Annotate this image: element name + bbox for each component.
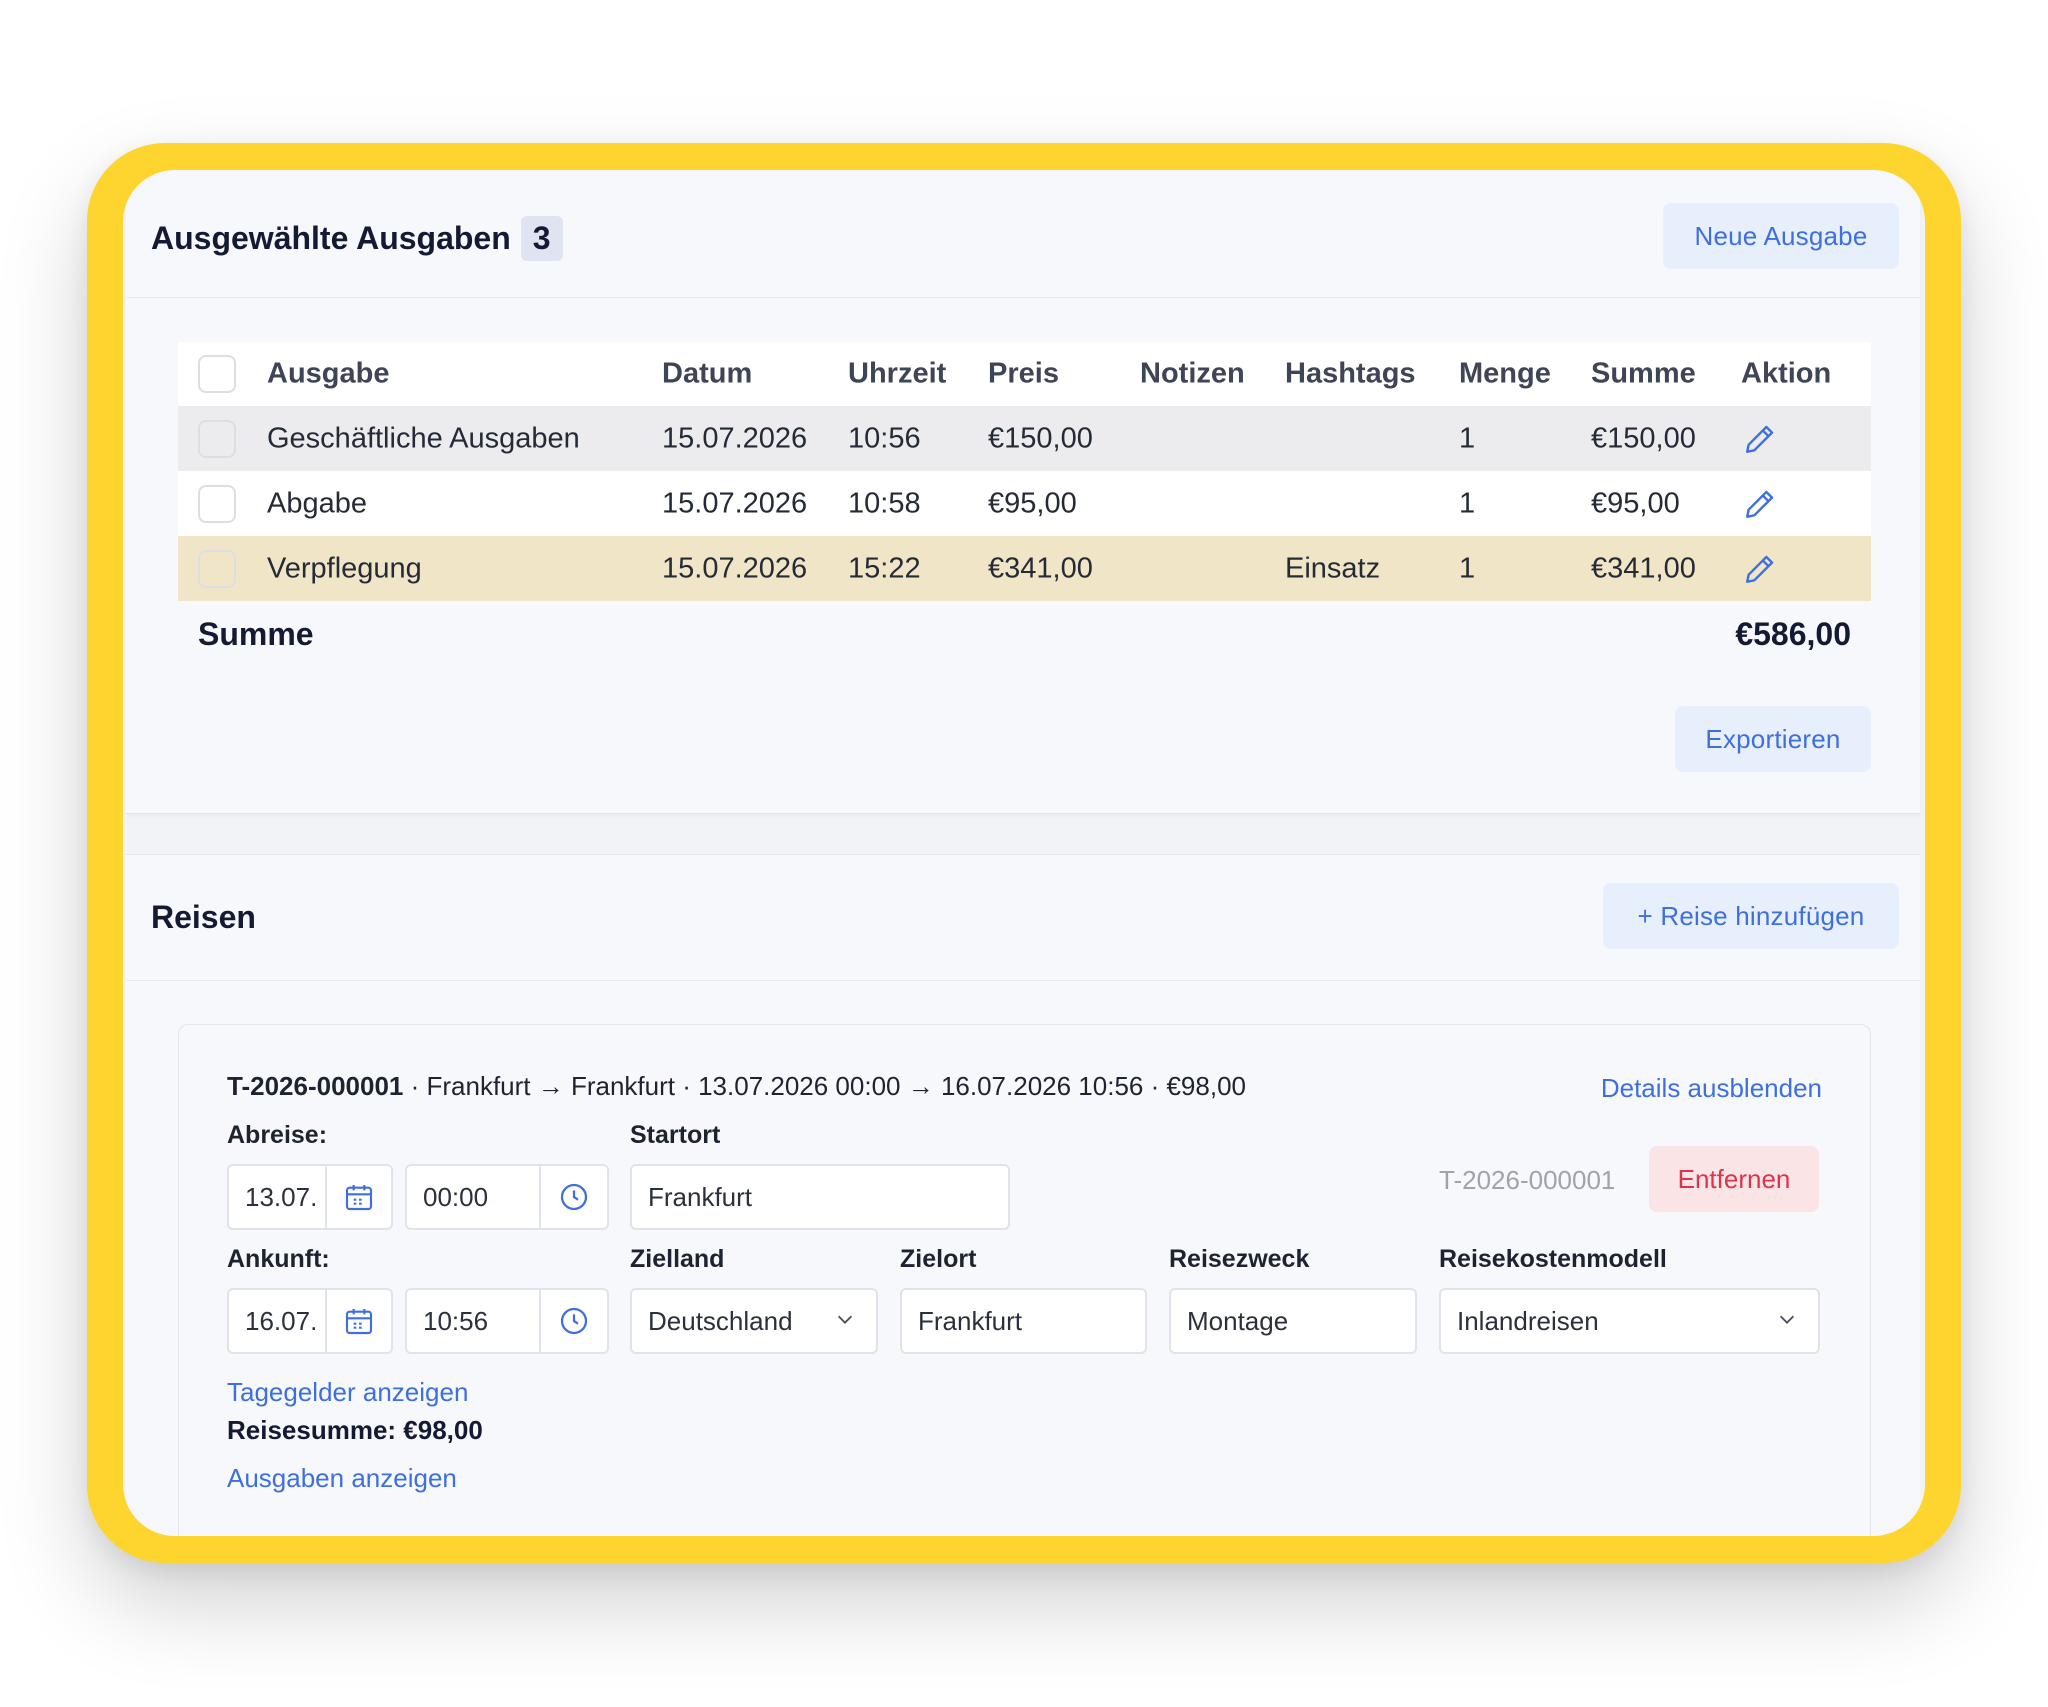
purpose-value: Montage bbox=[1187, 1305, 1289, 1336]
departure-date-field[interactable]: 13.07. bbox=[227, 1164, 393, 1230]
clock-icon[interactable] bbox=[541, 1305, 607, 1337]
cost-model-label: Reisekostenmodell bbox=[1439, 1245, 1667, 1273]
per-diem-link[interactable]: Tagegelder anzeigen bbox=[227, 1377, 468, 1408]
cell-uhrzeit: 10:58 bbox=[848, 487, 921, 519]
table-row[interactable]: Geschäftliche Ausgaben 15.07.2026 10:56 … bbox=[178, 406, 1871, 471]
export-button[interactable]: Exportieren bbox=[1675, 706, 1871, 772]
calendar-icon[interactable] bbox=[327, 1181, 391, 1213]
cell-datum: 15.07.2026 bbox=[662, 422, 808, 454]
column-header: Menge bbox=[1459, 357, 1551, 390]
cost-model-select[interactable]: Inlandreisen bbox=[1439, 1288, 1820, 1354]
cost-model-value: Inlandreisen bbox=[1457, 1305, 1599, 1336]
cell-hashtags: Einsatz bbox=[1285, 552, 1381, 584]
row-checkbox[interactable] bbox=[198, 484, 236, 523]
cell-uhrzeit: 15:22 bbox=[848, 552, 921, 584]
trip-summary-details: · Frankfurt → Frankfurt · 13.07.2026 00:… bbox=[403, 1071, 1246, 1101]
calendar-icon[interactable] bbox=[327, 1305, 391, 1337]
cell-ausgabe: Verpflegung bbox=[267, 552, 422, 584]
cell-ausgabe: Abgabe bbox=[267, 487, 367, 519]
table-row[interactable]: Verpflegung 15.07.2026 15:22 €341,00 Ein… bbox=[178, 536, 1871, 601]
card-header: Ausgewählte Ausgaben 3 Neue Ausgabe bbox=[126, 170, 1920, 298]
card-title: Ausgewählte Ausgaben 3 bbox=[151, 216, 563, 261]
column-header: Summe bbox=[1591, 357, 1696, 390]
table-row[interactable]: Abgabe 15.07.2026 10:58 €95,00 1 €95,00 bbox=[178, 471, 1871, 536]
departure-time-field[interactable]: 00:00 bbox=[405, 1164, 609, 1230]
pencil-icon[interactable] bbox=[1743, 552, 1777, 586]
row-checkbox[interactable] bbox=[198, 419, 236, 458]
arrival-label: Ankunft: bbox=[227, 1245, 330, 1273]
start-location-label: Startort bbox=[630, 1121, 721, 1149]
departure-date-value: 13.07. bbox=[229, 1166, 327, 1228]
cell-datum: 15.07.2026 bbox=[662, 552, 808, 584]
pencil-icon[interactable] bbox=[1743, 487, 1777, 521]
add-trip-button[interactable]: + Reise hinzufügen bbox=[1603, 883, 1899, 949]
destination-input[interactable]: Frankfurt bbox=[900, 1288, 1147, 1354]
card-title-text: Ausgewählte Ausgaben bbox=[151, 220, 511, 256]
destination-label: Zielort bbox=[900, 1245, 977, 1273]
column-header: Preis bbox=[988, 357, 1059, 390]
trip-summary: T-2026-000001 · Frankfurt → Frankfurt · … bbox=[227, 1071, 1246, 1102]
country-select[interactable]: Deutschland bbox=[630, 1288, 878, 1354]
cell-summe: €95,00 bbox=[1591, 487, 1680, 519]
cell-preis: €341,00 bbox=[988, 552, 1093, 584]
country-label: Zielland bbox=[630, 1245, 725, 1273]
purpose-label: Reisezweck bbox=[1169, 1245, 1310, 1273]
clock-icon[interactable] bbox=[541, 1181, 607, 1213]
column-header: Hashtags bbox=[1285, 357, 1416, 390]
trip-id: T-2026-000001 bbox=[227, 1071, 404, 1101]
trips-card: Reisen + Reise hinzufügen T-2026-000001 … bbox=[126, 854, 1920, 1536]
start-location-input[interactable]: Frankfurt bbox=[630, 1164, 1010, 1230]
remove-trip-button[interactable]: Entfernen bbox=[1649, 1146, 1819, 1212]
cell-summe: €150,00 bbox=[1591, 422, 1696, 454]
row-checkbox[interactable] bbox=[198, 549, 236, 588]
trip-id-muted: T-2026-000001 bbox=[1439, 1165, 1616, 1195]
country-value: Deutschland bbox=[648, 1305, 793, 1336]
expenses-table: Ausgabe Datum Uhrzeit Preis Notizen Hash… bbox=[178, 342, 1871, 601]
arrival-time-field[interactable]: 10:56 bbox=[405, 1288, 609, 1354]
card-header: Reisen + Reise hinzufügen bbox=[126, 855, 1920, 981]
app-screen: Ausgewählte Ausgaben 3 Neue Ausgabe Ausg… bbox=[123, 170, 1925, 1536]
cell-preis: €150,00 bbox=[988, 422, 1093, 454]
total-row: Summe €586,00 bbox=[178, 602, 1871, 662]
cell-datum: 15.07.2026 bbox=[662, 487, 808, 519]
count-badge: 3 bbox=[520, 216, 563, 261]
hide-details-link[interactable]: Details ausblenden bbox=[1601, 1073, 1822, 1104]
chevron-down-icon bbox=[834, 1306, 856, 1337]
column-header: Aktion bbox=[1741, 357, 1832, 390]
pencil-icon[interactable] bbox=[1743, 422, 1777, 456]
select-all-checkbox[interactable] bbox=[198, 355, 236, 393]
column-header: Uhrzeit bbox=[848, 357, 947, 390]
new-expense-button[interactable]: Neue Ausgabe bbox=[1663, 203, 1899, 269]
table-header-row: Ausgabe Datum Uhrzeit Preis Notizen Hash… bbox=[178, 342, 1871, 406]
destination-value: Frankfurt bbox=[918, 1305, 1023, 1336]
arrival-date-value: 16.07. bbox=[229, 1290, 327, 1352]
arrival-time-value: 10:56 bbox=[407, 1290, 541, 1352]
chevron-down-icon bbox=[1776, 1306, 1798, 1337]
cell-uhrzeit: 10:56 bbox=[848, 422, 921, 454]
cell-preis: €95,00 bbox=[988, 487, 1077, 519]
cell-menge: 1 bbox=[1459, 422, 1476, 454]
departure-label: Abreise: bbox=[227, 1121, 328, 1149]
start-location-value: Frankfurt bbox=[648, 1181, 753, 1212]
column-header: Notizen bbox=[1140, 357, 1245, 390]
cell-menge: 1 bbox=[1459, 487, 1476, 519]
selected-expenses-card: Ausgewählte Ausgaben 3 Neue Ausgabe Ausg… bbox=[126, 170, 1920, 814]
trip-total: Reisesumme: €98,00 bbox=[227, 1415, 483, 1445]
cell-ausgabe: Geschäftliche Ausgaben bbox=[267, 422, 580, 454]
total-value: €586,00 bbox=[1735, 616, 1851, 652]
purpose-input[interactable]: Montage bbox=[1169, 1288, 1417, 1354]
show-expenses-link[interactable]: Ausgaben anzeigen bbox=[227, 1463, 457, 1494]
column-header: Ausgabe bbox=[267, 357, 390, 390]
cell-menge: 1 bbox=[1459, 552, 1476, 584]
total-label: Summe bbox=[198, 616, 314, 652]
card-title: Reisen bbox=[151, 899, 256, 935]
arrival-date-field[interactable]: 16.07. bbox=[227, 1288, 393, 1354]
cell-summe: €341,00 bbox=[1591, 552, 1696, 584]
column-header: Datum bbox=[662, 357, 753, 390]
trip-panel: T-2026-000001 · Frankfurt → Frankfurt · … bbox=[178, 1024, 1871, 1536]
departure-time-value: 00:00 bbox=[407, 1166, 541, 1228]
